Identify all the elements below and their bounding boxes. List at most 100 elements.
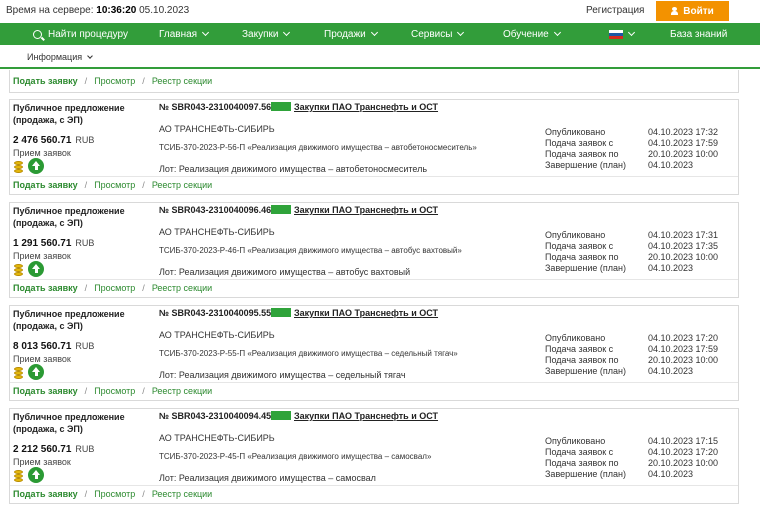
nav-item-label: Главная (159, 28, 198, 40)
published-label: Опубликовано (545, 436, 606, 446)
apply-from-label: Подача заявок с (545, 241, 614, 251)
knowledge-base-link[interactable]: База знаний (670, 23, 727, 45)
arrow-up-icon[interactable] (28, 364, 44, 380)
find-procedure-button[interactable]: Найти процедуру (33, 23, 128, 45)
server-date-value: 05.10.2023 (139, 5, 190, 16)
section-link[interactable]: Закупки ПАО Транснефть и ОСТ (294, 411, 438, 421)
price-value: 1 291 560.71 (13, 238, 72, 249)
apply-to-value: 20.10.2023 10:00 (648, 355, 719, 365)
section-link[interactable]: Закупки ПАО Транснефть и ОСТ (294, 308, 438, 318)
procedure-card-body: Публичное предложение (продажа, с ЭП) 2 … (10, 409, 738, 491)
chevron-down-icon (457, 28, 465, 37)
published-label: Опубликовано (545, 127, 606, 137)
registry-link[interactable]: Реестр секции (152, 386, 212, 396)
procedure-card-body: Публичное предложение (продажа, с ЭП) 8 … (10, 306, 738, 388)
lot-name: Лот: Реализация движимого имущества – са… (159, 473, 376, 483)
apply-to-value: 20.10.2023 10:00 (648, 458, 719, 468)
status-icons (13, 158, 44, 174)
find-procedure-label: Найти процедуру (48, 28, 128, 40)
customer-name: АО ТРАНСНЕФТЬ-СИБИРЬ (159, 227, 275, 237)
registry-link[interactable]: Реестр секции (152, 76, 212, 86)
chevron-down-icon (202, 28, 210, 37)
view-link[interactable]: Просмотр (94, 283, 135, 293)
separator: / (142, 489, 145, 499)
apply-link[interactable]: Подать заявку (13, 283, 78, 293)
separator: / (84, 180, 88, 190)
coins-icon (13, 366, 26, 380)
register-link[interactable]: Регистрация (586, 5, 644, 16)
completion-label: Завершение (план) (545, 263, 626, 273)
procedure-card: Публичное предложение (продажа, с ЭП) 1 … (9, 202, 739, 298)
nav-item-learning[interactable]: Обучение (503, 23, 561, 45)
server-time-label: Время на сервере: (6, 5, 94, 16)
apply-to-label: Подача заявок по (545, 355, 619, 365)
currency: RUB (75, 444, 95, 454)
arrow-up-icon[interactable] (28, 261, 44, 277)
apply-to-label: Подача заявок по (545, 149, 619, 159)
completion-value: 04.10.2023 (648, 160, 694, 170)
separator: / (84, 386, 88, 396)
nav-item-main[interactable]: Главная (159, 23, 210, 45)
start-price: 1 291 560.71 RUB (13, 238, 94, 249)
chevron-down-icon (283, 28, 291, 37)
section-marker (271, 308, 291, 317)
login-label: Войти (683, 5, 714, 17)
card-actions: Подать заявку / Просмотр / Реестр секции (10, 176, 738, 190)
apply-from-label: Подача заявок с (545, 138, 614, 148)
chevron-down-icon (627, 28, 636, 37)
card-actions: Подать заявку / Просмотр / Реестр секции (10, 70, 738, 92)
arrow-up-icon[interactable] (28, 158, 44, 174)
server-time: Время на сервере: 10:36:20 05.10.2023 (6, 5, 189, 16)
coins-icon (13, 160, 26, 174)
login-button[interactable]: Войти (656, 1, 729, 21)
apply-link[interactable]: Подать заявку (13, 76, 78, 86)
nav-item-services[interactable]: Сервисы (411, 23, 465, 45)
customer-name: АО ТРАНСНЕФТЬ-СИБИРЬ (159, 330, 275, 340)
procedure-type: Публичное предложение (продажа, с ЭП) (13, 309, 125, 331)
apply-from-label: Подача заявок с (545, 447, 614, 457)
view-link[interactable]: Просмотр (94, 76, 135, 86)
view-link[interactable]: Просмотр (94, 489, 135, 499)
section-link[interactable]: Закупки ПАО Транснефть и ОСТ (294, 205, 438, 215)
apply-to-label: Подача заявок по (545, 252, 619, 262)
published-label: Опубликовано (545, 230, 606, 240)
apply-from-value: 04.10.2023 17:20 (648, 447, 719, 457)
view-link[interactable]: Просмотр (94, 386, 135, 396)
apply-link[interactable]: Подать заявку (13, 180, 78, 190)
procedure-status: Прием заявок (13, 457, 71, 467)
procedure-dates: Опубликовано 04.10.2023 17:15 Подача заяв… (545, 436, 718, 480)
registry-link[interactable]: Реестр секции (152, 283, 212, 293)
start-price: 2 476 560.71 RUB (13, 135, 94, 146)
price-value: 2 476 560.71 (13, 135, 72, 146)
info-menu[interactable]: Информация (27, 52, 93, 62)
currency: RUB (75, 341, 95, 351)
nav-item-label: Закупки (242, 28, 279, 40)
nav-item-label: Обучение (503, 28, 549, 40)
registry-link[interactable]: Реестр секции (152, 489, 212, 499)
language-selector[interactable] (609, 23, 636, 45)
status-icons (13, 261, 44, 277)
lot-name: Лот: Реализация движимого имущества – се… (159, 370, 406, 380)
section-link[interactable]: Закупки ПАО Транснефть и ОСТ (294, 102, 438, 112)
nav-item-purchases[interactable]: Закупки (242, 23, 291, 45)
apply-link[interactable]: Подать заявку (13, 489, 78, 499)
procedure-subject: ТСИБ-370-2023-Р-56-П «Реализация движимо… (159, 143, 477, 152)
procedure-subject: ТСИБ-370-2023-Р-45-П «Реализация движимо… (159, 452, 432, 461)
procedure-number: № SBR043-2310040094.45 (159, 411, 272, 421)
nav-item-sales[interactable]: Продажи (324, 23, 378, 45)
procedure-subject: ТСИБ-370-2023-Р-46-П «Реализация движимо… (159, 246, 462, 255)
apply-to-label: Подача заявок по (545, 458, 619, 468)
separator: / (142, 180, 145, 190)
procedure-card: Публичное предложение (продажа, с ЭП) 2 … (9, 408, 739, 504)
procedure-subject: ТСИБ-370-2023-Р-55-П «Реализация движимо… (159, 349, 458, 358)
apply-link[interactable]: Подать заявку (13, 386, 78, 396)
arrow-up-icon[interactable] (28, 467, 44, 483)
registry-link[interactable]: Реестр секции (152, 180, 212, 190)
price-value: 8 013 560.71 (13, 341, 72, 352)
section-marker (271, 102, 291, 111)
nav-item-label: Продажи (324, 28, 366, 40)
russia-flag-icon (609, 29, 623, 39)
view-link[interactable]: Просмотр (94, 180, 135, 190)
nav-item-label: Сервисы (411, 28, 453, 40)
apply-from-value: 04.10.2023 17:59 (648, 344, 719, 354)
